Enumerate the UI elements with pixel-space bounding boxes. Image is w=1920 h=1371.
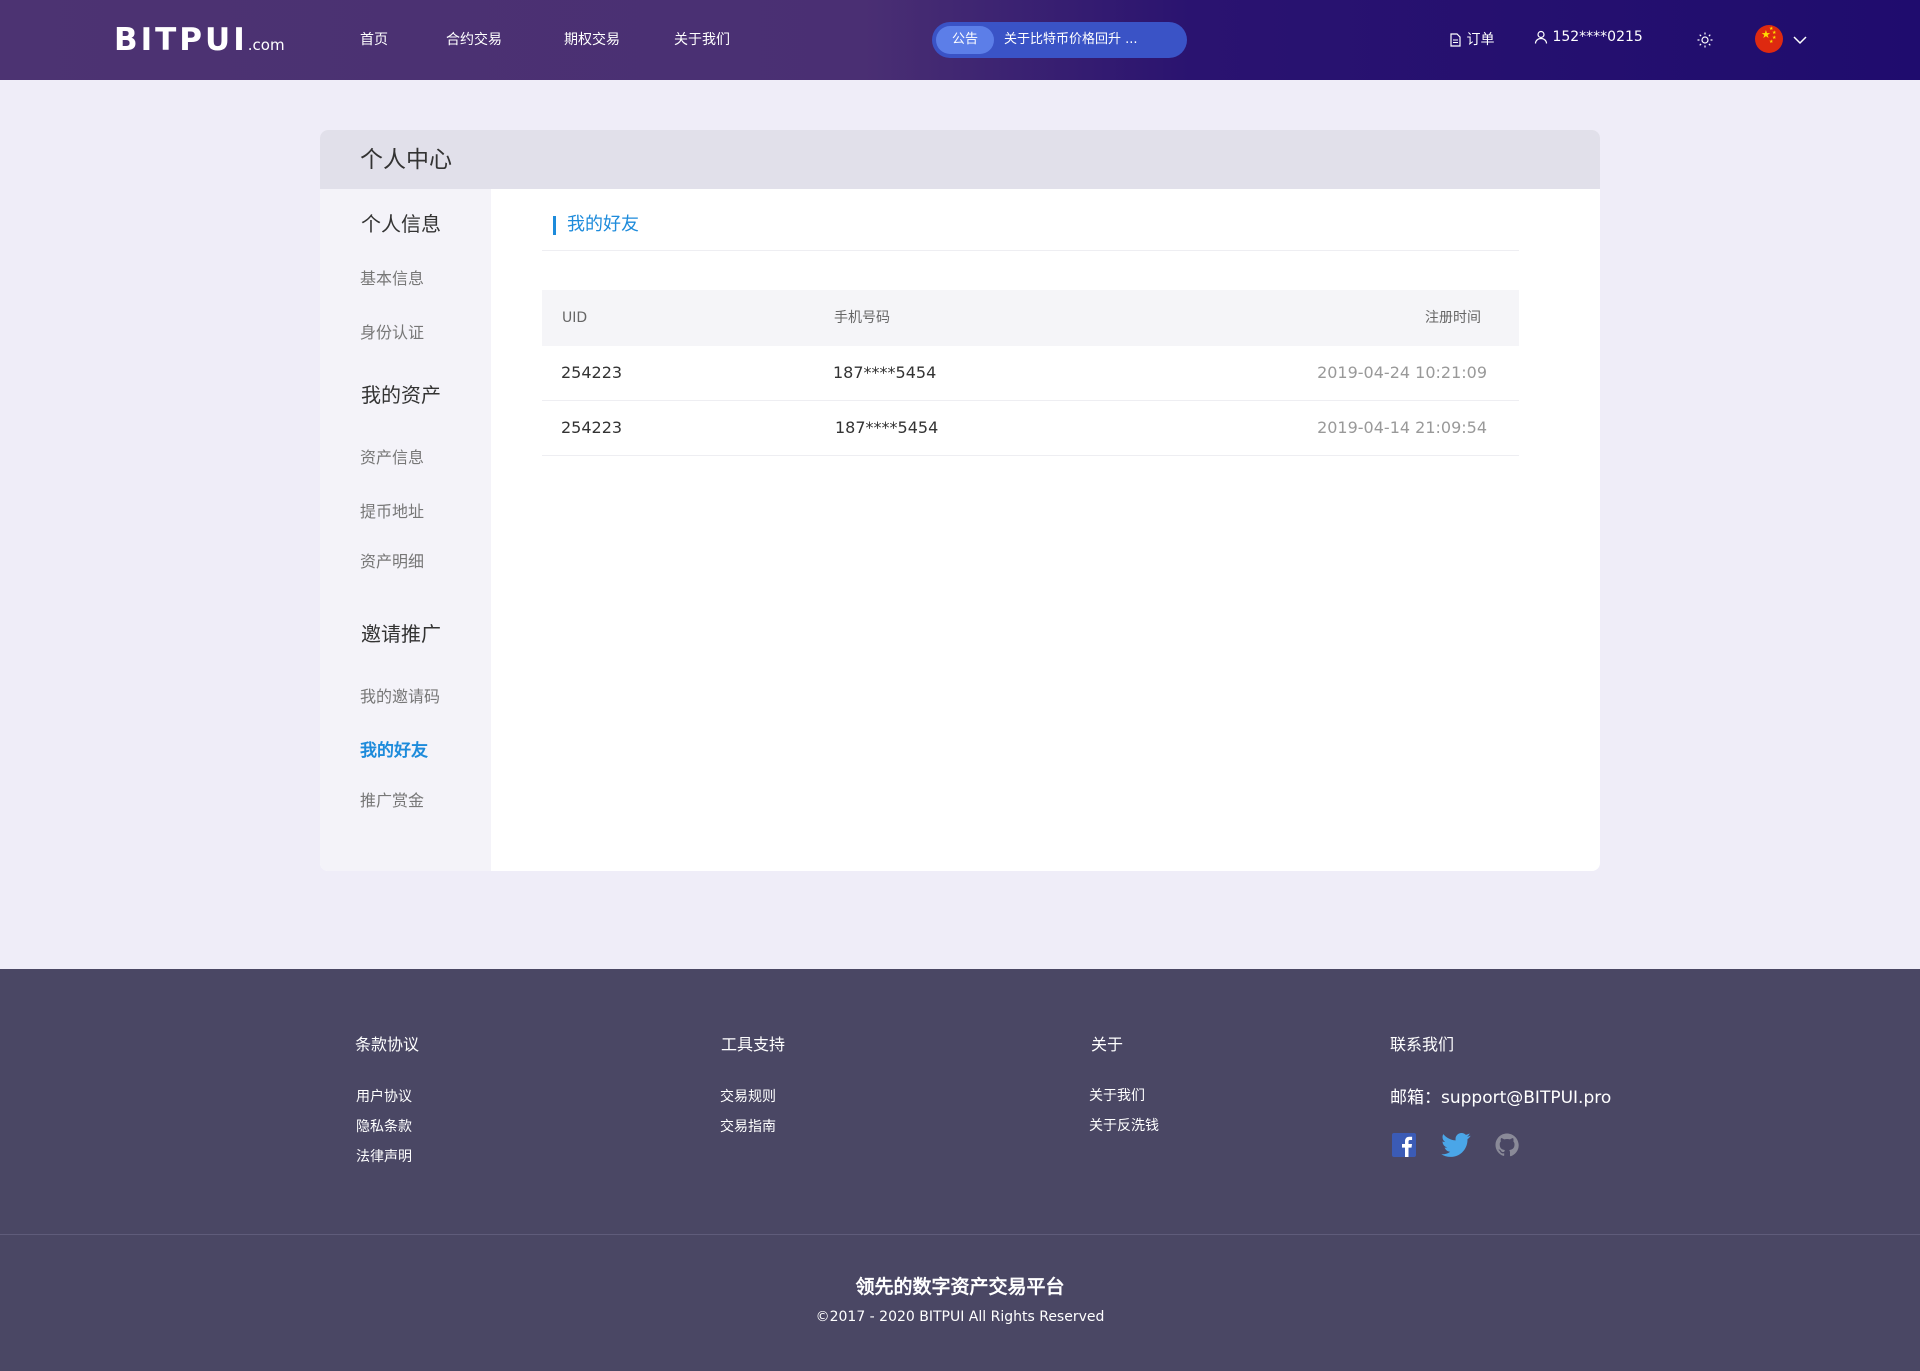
orders-link[interactable]: 订单 [1449, 29, 1494, 49]
cell-registration-time: 2019-04-24 10:21:09 [1317, 363, 1487, 382]
column-header-phone: 手机号码 [834, 310, 890, 326]
theme-toggle[interactable] [1697, 32, 1713, 49]
cell-uid: 254223 [561, 363, 623, 382]
footer-link-user-agreement[interactable]: 用户协议 [356, 1086, 412, 1106]
main-content: 我的好友 UID 手机号码 注册时间 254223 187****5454 20… [491, 189, 1600, 871]
table-header: UID 手机号码 注册时间 [542, 290, 1519, 346]
top-header: BITPUI.com 首页 合约交易 期权交易 关于我们 公告 关于比特币价格回… [0, 0, 1920, 80]
china-flag-icon[interactable]: ★ ★ ★ ★ ★ [1755, 25, 1783, 53]
sidebar-item-my-friends[interactable]: 我的好友 [360, 736, 428, 761]
sun-icon [1697, 32, 1713, 49]
contact-email[interactable]: 邮箱：support@BITPUI.pro [1390, 1083, 1611, 1108]
footer-heading-terms: 条款协议 [355, 1035, 420, 1054]
sidebar-item-promotion-reward[interactable]: 推广赏金 [360, 787, 424, 811]
user-account[interactable]: 152****0215 [1534, 29, 1643, 45]
copyright: ©2017 - 2020 BITPUI All Rights Reserved [815, 1309, 1105, 1325]
sidebar-group-personal-info: 个人信息 [361, 212, 441, 236]
github-icon[interactable] [1495, 1133, 1519, 1161]
nav-options-trading[interactable]: 期权交易 [564, 29, 620, 49]
announcement-badge: 公告 [936, 26, 994, 54]
footer-slogan: 领先的数字资产交易平台 [855, 1276, 1065, 1298]
chevron-down-icon[interactable] [1793, 30, 1807, 49]
orders-label: 订单 [1466, 32, 1495, 48]
personal-center-card: 个人中心 个人信息 基本信息 身份认证 我的资产 资产信息 提币地址 资产明细 … [320, 130, 1600, 871]
footer-link-legal-statement[interactable]: 法律声明 [356, 1146, 412, 1166]
column-header-uid: UID [562, 310, 588, 326]
logo-text: BITPUI [114, 22, 248, 58]
footer-link-trading-rules[interactable]: 交易规则 [720, 1086, 776, 1106]
sidebar-item-basic-info[interactable]: 基本信息 [360, 265, 424, 289]
cell-registration-time: 2019-04-14 21:09:54 [1317, 418, 1487, 437]
sidebar-item-asset-info[interactable]: 资产信息 [360, 444, 424, 468]
user-phone: 152****0215 [1552, 29, 1643, 45]
twitter-icon[interactable] [1441, 1133, 1471, 1161]
announcement-text[interactable]: 关于比特币价格回升 ... [1004, 22, 1138, 58]
footer-heading-tools: 工具支持 [721, 1035, 786, 1054]
flag-star-icon: ★ [1769, 39, 1774, 45]
footer-heading-about: 关于 [1091, 1035, 1124, 1054]
logo-suffix: .com [247, 36, 285, 54]
sidebar-item-identity-verification[interactable]: 身份认证 [360, 319, 424, 343]
sidebar-group-my-assets: 我的资产 [361, 383, 441, 407]
nav-about-us[interactable]: 关于我们 [674, 29, 730, 49]
cell-uid: 254223 [561, 418, 623, 437]
column-header-registration-time: 注册时间 [1425, 310, 1481, 326]
footer-link-privacy-policy[interactable]: 隐私条款 [356, 1116, 412, 1136]
sidebar-item-my-invite-code[interactable]: 我的邀请码 [360, 683, 440, 707]
sidebar-item-asset-details[interactable]: 资产明细 [360, 548, 424, 572]
table-row: 254223 187****5454 2019-04-14 21:09:54 [542, 401, 1519, 456]
footer-link-trading-guide[interactable]: 交易指南 [720, 1116, 776, 1136]
sidebar: 个人信息 基本信息 身份认证 我的资产 资产信息 提币地址 资产明细 邀请推广 … [320, 189, 491, 871]
footer-heading-contact: 联系我们 [1390, 1035, 1455, 1054]
sidebar-item-withdrawal-address[interactable]: 提币地址 [360, 498, 424, 522]
footer: 条款协议 用户协议 隐私条款 法律声明 工具支持 交易规则 交易指南 关于 关于… [0, 969, 1920, 1371]
footer-link-anti-money-laundering[interactable]: 关于反洗钱 [1089, 1115, 1159, 1135]
section-divider [542, 250, 1519, 251]
section-title: 我的好友 [553, 214, 639, 236]
cell-phone: 187****5454 [835, 418, 939, 437]
cell-phone: 187****5454 [833, 363, 937, 382]
logo[interactable]: BITPUI.com [114, 22, 285, 63]
facebook-icon[interactable] [1392, 1133, 1416, 1161]
table-row: 254223 187****5454 2019-04-24 10:21:09 [542, 346, 1519, 401]
user-icon [1534, 29, 1552, 45]
nav-contract-trading[interactable]: 合约交易 [446, 29, 502, 49]
footer-link-about-us[interactable]: 关于我们 [1089, 1085, 1145, 1105]
page-title: 个人中心 [360, 147, 452, 173]
friends-table: UID 手机号码 注册时间 254223 187****5454 2019-04… [542, 290, 1519, 456]
sidebar-group-invite-promotion: 邀请推广 [361, 622, 441, 646]
announcement-bar[interactable]: 公告 关于比特币价格回升 ... [932, 22, 1187, 58]
footer-divider [0, 1234, 1920, 1235]
card-header: 个人中心 [320, 130, 1600, 189]
document-icon [1449, 32, 1466, 48]
nav-home[interactable]: 首页 [360, 29, 388, 49]
